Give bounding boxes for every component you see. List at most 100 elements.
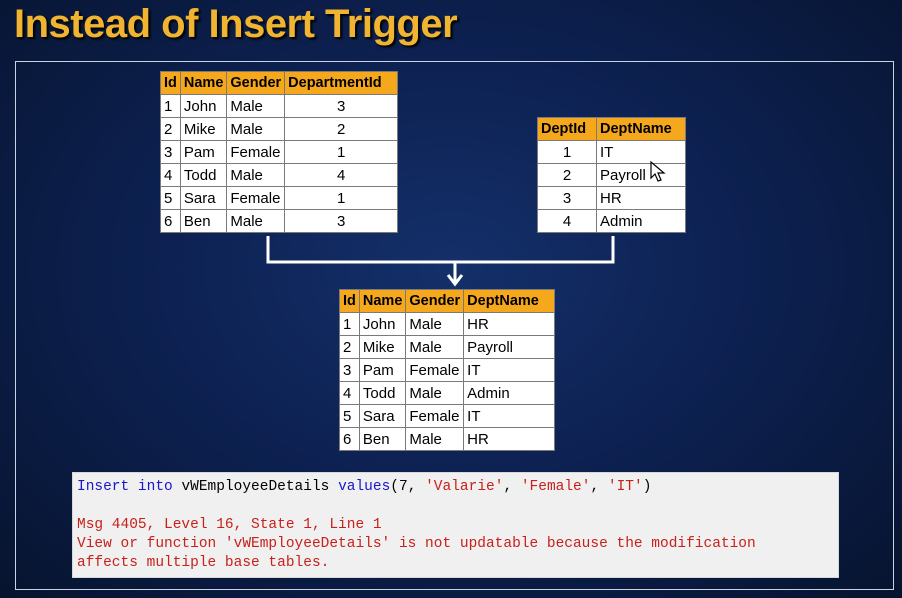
cell: 5 [339, 404, 360, 428]
cell: HR [463, 312, 556, 336]
error-message-header: Msg 4405, Level 16, State 1, Line 1 [77, 517, 382, 533]
table-row: 6 Ben Male HR [339, 427, 556, 451]
table-row: 1 John Male HR [339, 312, 556, 336]
employee-col-id: Id [160, 71, 181, 95]
view-col-gender: Gender [405, 289, 465, 313]
cell: 1 [160, 94, 181, 118]
cell: Female [226, 186, 286, 210]
error-message-line: View or function 'vWEmployeeDetails' is … [77, 536, 756, 552]
cell: 2 [537, 163, 597, 187]
employee-table: Id Name Gender DepartmentId 1 John Male … [160, 71, 399, 233]
table-row: 1 John Male 3 [160, 94, 399, 118]
employee-col-name: Name [179, 71, 228, 95]
cell: John [358, 312, 407, 336]
department-col-deptname: DeptName [596, 117, 686, 141]
cell: 1 [284, 140, 399, 164]
cell: IT [463, 358, 556, 382]
sql-keyword-values: values [338, 479, 391, 495]
cell: 4 [339, 381, 360, 405]
table-row: 3 HR [537, 186, 686, 210]
view-table-header-row: Id Name Gender DeptName [339, 289, 556, 313]
cell: Payroll [596, 163, 686, 187]
cell: Male [226, 117, 286, 141]
sql-keyword-into: into [137, 479, 173, 495]
cell: Pam [179, 140, 228, 164]
cell: Sara [179, 186, 228, 210]
cell: 6 [160, 209, 181, 233]
cell: Sara [358, 404, 407, 428]
cell: 4 [284, 163, 399, 187]
cell: Male [226, 94, 286, 118]
connector-line [266, 236, 615, 264]
cell: 3 [160, 140, 181, 164]
view-col-id: Id [339, 289, 360, 313]
mouse-pointer-icon [650, 161, 666, 182]
view-col-deptname: DeptName [463, 289, 556, 313]
department-table-header-row: DeptId DeptName [537, 117, 686, 141]
cell: Ben [358, 427, 407, 451]
cell: Female [226, 140, 286, 164]
table-row: 4 Todd Male 4 [160, 163, 399, 187]
cell: HR [463, 427, 556, 451]
cell: 3 [284, 209, 399, 233]
cell: IT [463, 404, 556, 428]
cell: 1 [537, 140, 597, 164]
cell: Ben [179, 209, 228, 233]
cell: 4 [160, 163, 181, 187]
cell: John [179, 94, 228, 118]
cell: Male [226, 209, 286, 233]
sql-output-panel: Insert into vWEmployeeDetails values(7, … [73, 473, 838, 577]
table-row: 4 Todd Male Admin [339, 381, 556, 405]
cell: Todd [179, 163, 228, 187]
view-col-name: Name [358, 289, 407, 313]
table-row: 5 Sara Female 1 [160, 186, 399, 210]
cell: Female [405, 404, 465, 428]
cell: HR [596, 186, 686, 210]
cell: Male [405, 427, 465, 451]
cell: Payroll [463, 335, 556, 359]
cell: 3 [537, 186, 597, 210]
sql-view-name: vWEmployeeDetails [181, 479, 330, 495]
sql-insert-statement: Insert into vWEmployeeDetails values(7, … [77, 478, 834, 497]
employee-col-departmentid: DepartmentId [284, 71, 399, 95]
cell: Male [226, 163, 286, 187]
cell: 1 [284, 186, 399, 210]
table-row: 5 Sara Female IT [339, 404, 556, 428]
table-row: 2 Mike Male 2 [160, 117, 399, 141]
sql-keyword-insert: Insert [77, 479, 130, 495]
sql-string-gender: 'Female' [520, 479, 591, 495]
cell: 6 [339, 427, 360, 451]
sql-close-paren: ) [642, 479, 652, 495]
cell: Male [405, 335, 465, 359]
table-row: 2 Mike Male Payroll [339, 335, 556, 359]
cell: Male [405, 312, 465, 336]
employee-table-header-row: Id Name Gender DepartmentId [160, 71, 399, 95]
sql-string-name: 'Valarie' [425, 479, 504, 495]
cell: 2 [284, 117, 399, 141]
sql-open-paren: (7, [390, 479, 417, 495]
cell: 4 [537, 209, 597, 233]
table-row: 3 Pam Female IT [339, 358, 556, 382]
department-col-deptid: DeptId [537, 117, 597, 141]
cell: 5 [160, 186, 181, 210]
employee-col-gender: Gender [226, 71, 286, 95]
cell: Male [405, 381, 465, 405]
table-row: 6 Ben Male 3 [160, 209, 399, 233]
cell: 2 [160, 117, 181, 141]
cell: Pam [358, 358, 407, 382]
cell: Todd [358, 381, 407, 405]
sql-comma: , [590, 479, 600, 495]
cell: 2 [339, 335, 360, 359]
table-row: 3 Pam Female 1 [160, 140, 399, 164]
sql-comma: , [503, 479, 513, 495]
cell: Admin [463, 381, 556, 405]
cell: 3 [339, 358, 360, 382]
cell: Admin [596, 209, 686, 233]
sql-string-dept: 'IT' [607, 479, 643, 495]
cell: 3 [284, 94, 399, 118]
table-row: 4 Admin [537, 209, 686, 233]
cell: Female [405, 358, 465, 382]
cell: Mike [179, 117, 228, 141]
cell: Mike [358, 335, 407, 359]
view-result-table: Id Name Gender DeptName 1 John Male HR 2… [339, 289, 556, 451]
